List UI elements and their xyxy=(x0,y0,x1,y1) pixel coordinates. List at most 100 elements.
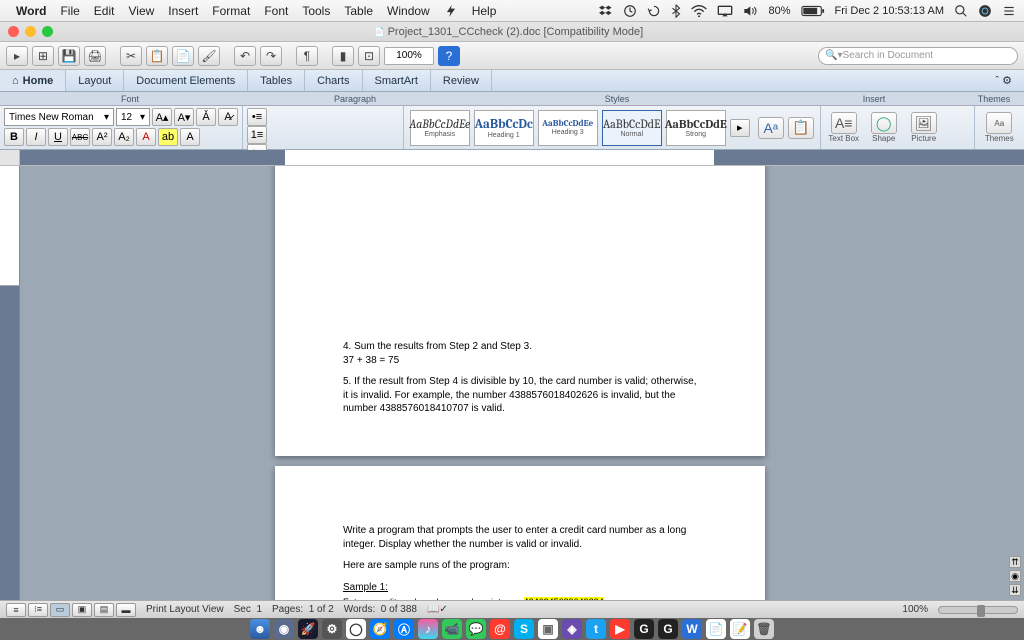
dock-facetime[interactable]: 📹 xyxy=(442,619,462,639)
window-close-button[interactable] xyxy=(8,26,19,37)
clear-format-button[interactable]: A̷ xyxy=(218,108,238,126)
redo-button[interactable]: ↷ xyxy=(260,46,282,66)
menu-view[interactable]: View xyxy=(128,4,154,18)
window-minimize-button[interactable] xyxy=(25,26,36,37)
save-button[interactable]: 💾 xyxy=(58,46,80,66)
bold-button[interactable]: B xyxy=(4,128,24,146)
dock-goodreader-g1[interactable]: G xyxy=(634,619,654,639)
notification-center-icon[interactable] xyxy=(1002,4,1016,18)
scroll-down-double[interactable]: ⇊ xyxy=(1009,584,1021,596)
dock-youtube[interactable]: ▶ xyxy=(610,619,630,639)
view-notebook[interactable]: ▤ xyxy=(94,603,114,617)
dock-chrome[interactable]: ◯ xyxy=(346,619,366,639)
dock-settings[interactable]: ⚙ xyxy=(322,619,342,639)
textbox-button[interactable]: A≡Text Box xyxy=(827,112,861,143)
cut-button[interactable]: ✂ xyxy=(120,46,142,66)
scroll-up-double[interactable]: ⇈ xyxy=(1009,556,1021,568)
dock-goodreader-g2[interactable]: G xyxy=(658,619,678,639)
strikethrough-button[interactable]: ABC xyxy=(70,128,90,146)
menu-window[interactable]: Window xyxy=(387,4,430,18)
siri-icon[interactable] xyxy=(978,4,992,18)
window-zoom-button[interactable] xyxy=(42,26,53,37)
toolbox-button[interactable]: ⊡ xyxy=(358,46,380,66)
view-focus[interactable]: ▬ xyxy=(116,603,136,617)
menu-edit[interactable]: Edit xyxy=(94,4,115,18)
menu-format[interactable]: Format xyxy=(212,4,250,18)
dock-trash[interactable]: 🗑 xyxy=(754,619,774,639)
bullets-button[interactable]: •≡ xyxy=(247,108,267,126)
text-effects-button[interactable]: A xyxy=(180,128,200,146)
dock-preview[interactable]: ▣ xyxy=(538,619,558,639)
menubar-clock[interactable]: Fri Dec 2 10:53:13 AM xyxy=(835,5,944,17)
superscript-button[interactable]: A² xyxy=(92,128,112,146)
tab-review[interactable]: Review xyxy=(431,70,492,91)
dock-photoshop[interactable]: ◈ xyxy=(562,619,582,639)
tab-smartart[interactable]: SmartArt xyxy=(363,70,431,91)
subscript-button[interactable]: A₂ xyxy=(114,128,134,146)
menu-font[interactable]: Font xyxy=(264,4,288,18)
copy-button[interactable]: 📋 xyxy=(146,46,168,66)
zoom-value[interactable]: 100% xyxy=(902,604,928,615)
dock-twitter[interactable]: t xyxy=(586,619,606,639)
styles-pane-button[interactable]: Aᵃ xyxy=(758,117,784,139)
style-emphasis[interactable]: AaBbCcDdEeEmphasis xyxy=(410,110,470,146)
print-button[interactable]: 🖨 xyxy=(84,46,106,66)
underline-button[interactable]: U xyxy=(48,128,68,146)
menu-help[interactable]: Help xyxy=(472,4,497,18)
battery-icon[interactable] xyxy=(801,5,825,17)
view-outline[interactable]: ⁝≡ xyxy=(28,603,48,617)
view-publishing[interactable]: ▣ xyxy=(72,603,92,617)
dock-email[interactable]: @ xyxy=(490,619,510,639)
style-normal[interactable]: AaBbCcDdENormal xyxy=(602,110,662,146)
shrink-font-button[interactable]: A▾ xyxy=(174,108,194,126)
italic-button[interactable]: I xyxy=(26,128,46,146)
sidebar-button[interactable]: ▮ xyxy=(332,46,354,66)
dock-textedit[interactable]: 📝 xyxy=(730,619,750,639)
dock-messages[interactable]: 💬 xyxy=(466,619,486,639)
sync-icon[interactable] xyxy=(623,4,637,18)
undo-button[interactable]: ↶ xyxy=(234,46,256,66)
font-color-button[interactable]: A xyxy=(136,128,156,146)
change-case-button[interactable]: Ǎ xyxy=(196,108,216,126)
dock-safari[interactable]: 🧭 xyxy=(370,619,390,639)
object-browse[interactable]: ◉ xyxy=(1009,570,1021,582)
highlight-button[interactable]: ab xyxy=(158,128,178,146)
tab-home[interactable]: ⌂Home xyxy=(0,70,66,91)
view-draft[interactable]: ≡ xyxy=(6,603,26,617)
vertical-ruler[interactable] xyxy=(0,166,20,600)
dock-skype[interactable]: S xyxy=(514,619,534,639)
app-menu[interactable]: Word xyxy=(16,4,46,18)
dock-word[interactable]: W xyxy=(682,619,702,639)
zoom-slider[interactable] xyxy=(938,606,1018,614)
numbering-button[interactable]: 1≡ xyxy=(247,126,267,144)
volume-icon[interactable] xyxy=(743,5,759,17)
style-heading1[interactable]: AaBbCcDcHeading 1 xyxy=(474,110,534,146)
wifi-icon[interactable] xyxy=(691,5,707,17)
script-menu-icon[interactable] xyxy=(444,4,458,18)
dock-itunes[interactable]: ♪ xyxy=(418,619,438,639)
view-print-layout[interactable]: ▭ xyxy=(50,603,70,617)
font-name-combo[interactable]: Times New Roman▾ xyxy=(4,108,114,126)
airplay-icon[interactable] xyxy=(717,5,733,17)
open-button[interactable]: ⊞ xyxy=(32,46,54,66)
manage-styles-button[interactable]: 📋 xyxy=(788,117,814,139)
style-strong[interactable]: AaBbCcDdEStrong xyxy=(666,110,726,146)
pages-area[interactable]: 4. Sum the results from Step 2 and Step … xyxy=(20,166,1024,600)
spell-check-icon[interactable]: 📖✓ xyxy=(427,604,448,615)
spotlight-icon[interactable] xyxy=(954,4,968,18)
style-heading3[interactable]: AaBbCcDdEeHeading 3 xyxy=(538,110,598,146)
help-button[interactable]: ? xyxy=(438,46,460,66)
zoom-slider-thumb[interactable] xyxy=(977,605,985,617)
styles-more-button[interactable]: ▸ xyxy=(730,119,750,137)
menu-file[interactable]: File xyxy=(60,4,79,18)
font-size-combo[interactable]: 12▾ xyxy=(116,108,150,126)
menu-tools[interactable]: Tools xyxy=(302,4,330,18)
tab-document-elements[interactable]: Document Elements xyxy=(124,70,248,91)
menu-table[interactable]: Table xyxy=(344,4,373,18)
dock-dashboard[interactable]: ◉ xyxy=(274,619,294,639)
vertical-scrollbar[interactable]: ⇈ ◉ ⇊ xyxy=(1008,166,1022,600)
tab-tables[interactable]: Tables xyxy=(248,70,305,91)
menu-insert[interactable]: Insert xyxy=(168,4,198,18)
dock-notes[interactable]: 📄 xyxy=(706,619,726,639)
dock-launchpad[interactable]: 🚀 xyxy=(298,619,318,639)
